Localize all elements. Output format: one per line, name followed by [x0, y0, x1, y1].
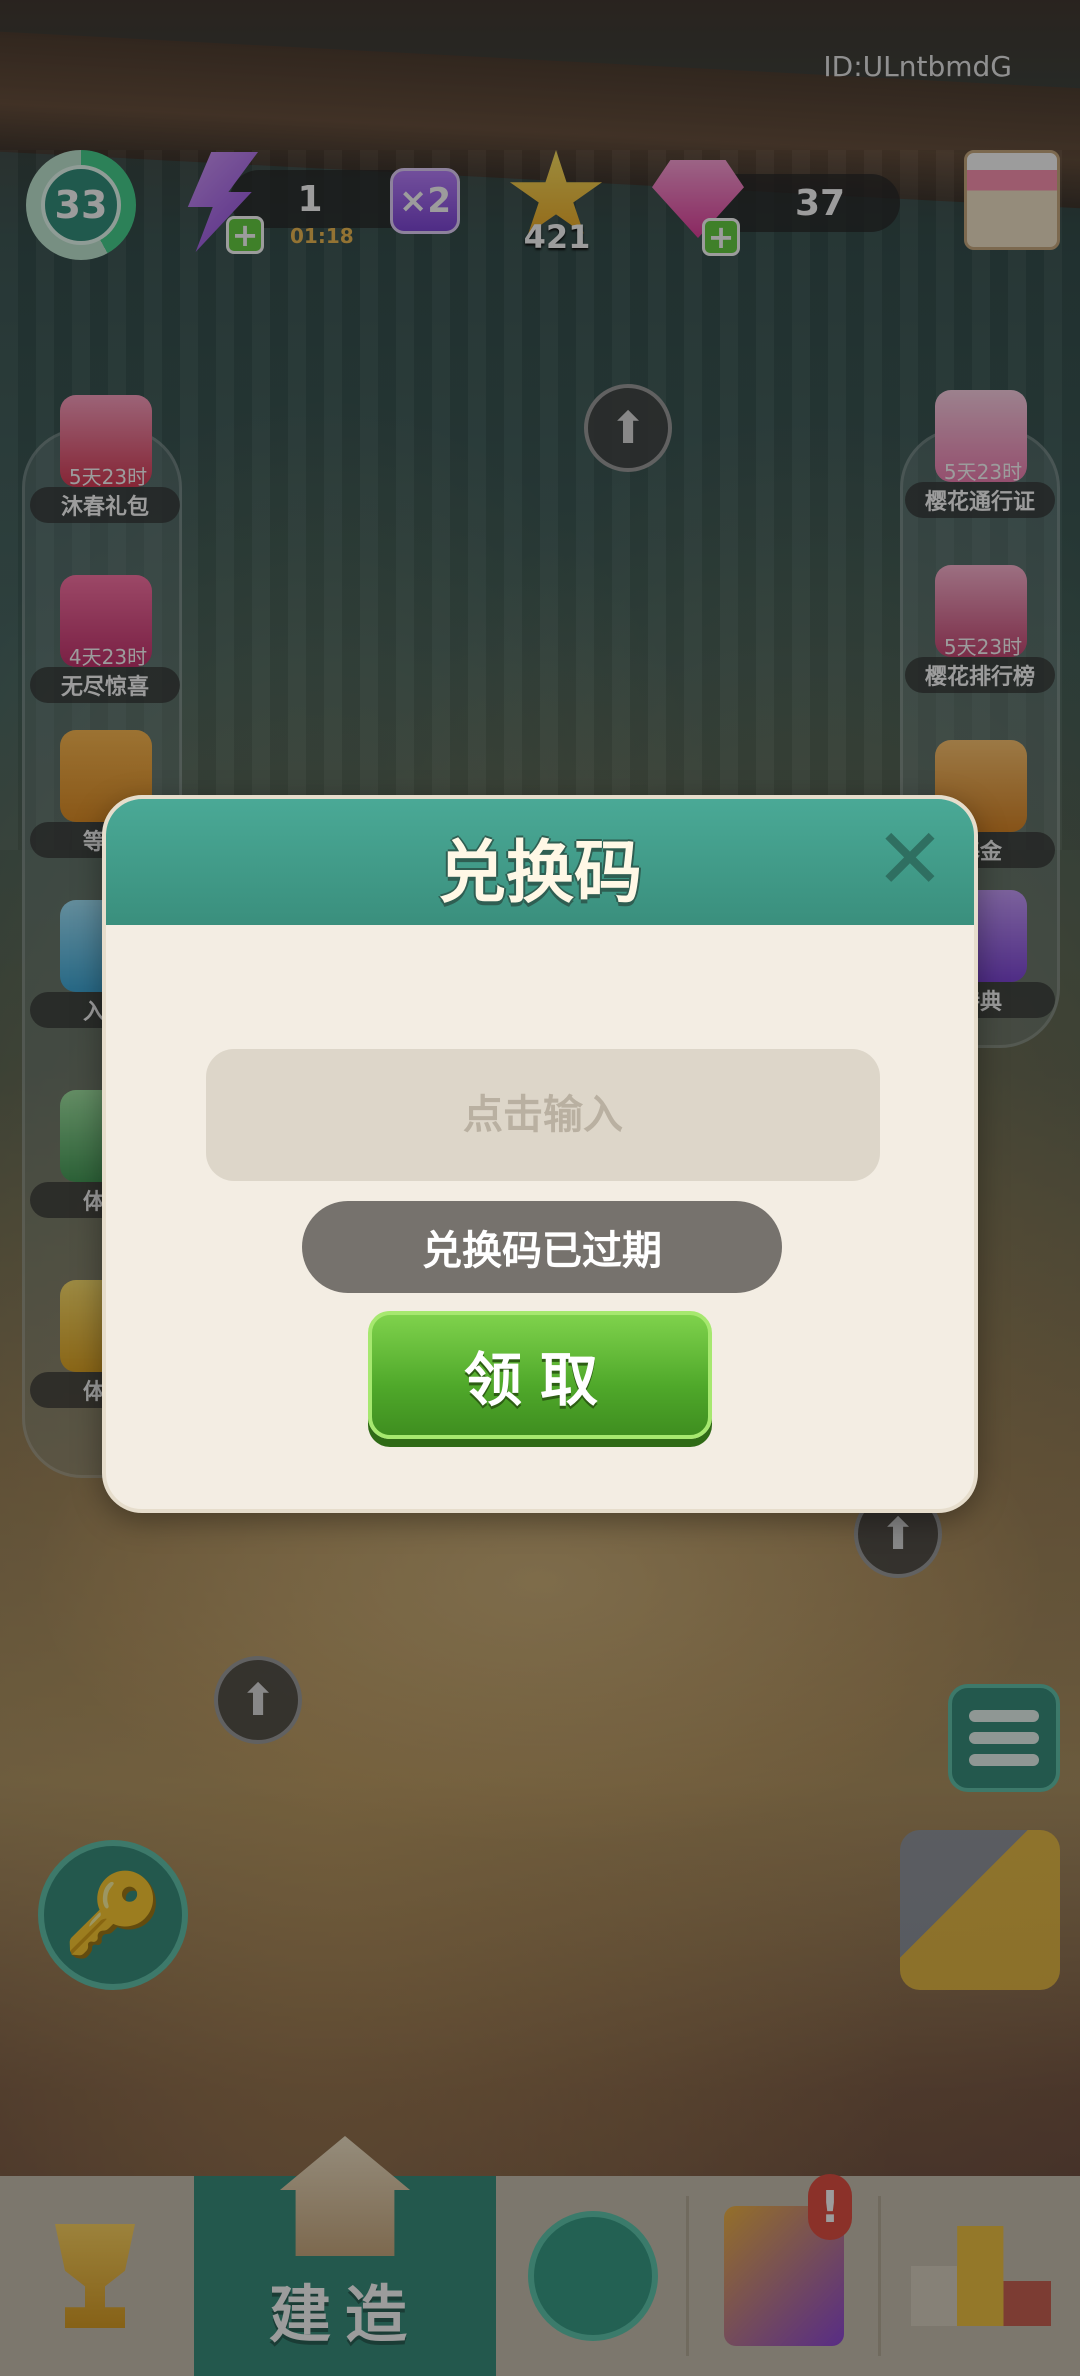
status-message: 兑换码已过期 — [302, 1201, 782, 1293]
redeem-code-input[interactable] — [206, 1049, 880, 1181]
close-icon[interactable]: ✕ — [874, 817, 946, 901]
claim-button[interactable]: 领取 — [368, 1311, 712, 1439]
dialog-title: 兑换码 — [437, 834, 642, 913]
redeem-code-dialog: 兑换码 ✕ 兑换码已过期 领取 — [102, 795, 978, 1513]
